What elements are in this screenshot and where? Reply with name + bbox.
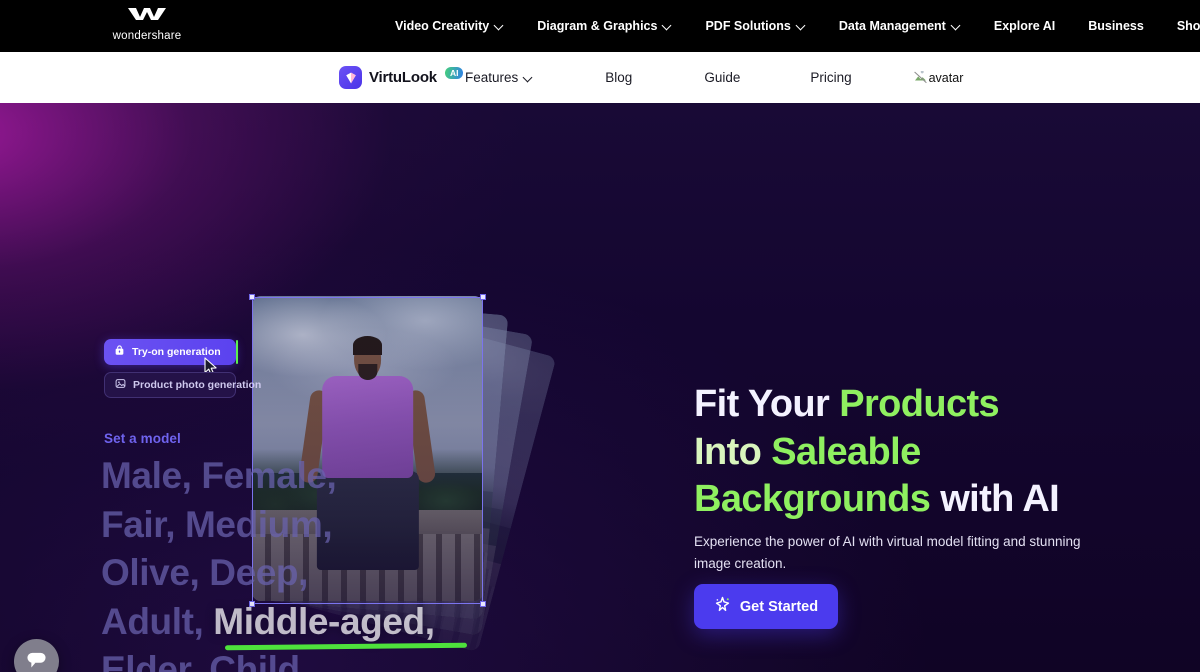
topnav-label: Business bbox=[1088, 19, 1144, 33]
topnav-item-shop[interactable]: Shop bbox=[1177, 19, 1200, 33]
topnav-item-pdf-solutions[interactable]: PDF Solutions bbox=[705, 19, 805, 33]
top-nav-links: Video Creativity Diagram & Graphics PDF … bbox=[395, 0, 1200, 52]
virtulook-logo-icon bbox=[339, 66, 362, 89]
set-a-model-label: Set a model bbox=[104, 431, 181, 446]
wondershare-wordmark: wondershare bbox=[112, 30, 182, 42]
wondershare-brand[interactable]: wondershare bbox=[104, 6, 190, 42]
word-line-prefix: Adult, bbox=[101, 600, 214, 642]
wondershare-logo-icon bbox=[104, 6, 190, 27]
subnav-item-blog[interactable]: Blog bbox=[605, 70, 632, 85]
headline-part: Backgrounds bbox=[694, 478, 931, 520]
get-started-label: Get Started bbox=[739, 598, 819, 615]
subnav-label: Guide bbox=[704, 70, 741, 85]
topnav-item-video-creativity[interactable]: Video Creativity bbox=[395, 19, 504, 33]
topnav-item-business[interactable]: Business bbox=[1088, 19, 1144, 33]
get-started-button[interactable]: Get Started bbox=[694, 584, 838, 629]
mode-label: Product photo generation bbox=[133, 379, 262, 391]
chevron-down-icon bbox=[797, 21, 806, 30]
generation-mode-switcher: Try-on generation Product photo generati… bbox=[104, 339, 261, 398]
model-attribute-word-list: Male, Female, Fair, Medium, Olive, Deep,… bbox=[101, 452, 521, 672]
chat-widget-button[interactable] bbox=[14, 639, 59, 672]
product-navbar: VirtuLook AI Features Blog Guide Pricing… bbox=[0, 52, 1200, 103]
avatar[interactable]: avatar bbox=[913, 70, 964, 85]
subnav-label: Features bbox=[465, 70, 519, 85]
word-line: Elder, Child bbox=[101, 649, 300, 672]
subnav-item-features[interactable]: Features bbox=[465, 70, 533, 85]
chat-bubble-icon bbox=[25, 649, 48, 672]
hero-section: Try-on generation Product photo generati… bbox=[0, 103, 1200, 672]
headline-part: Saleable bbox=[771, 430, 921, 473]
topnav-label: PDF Solutions bbox=[705, 19, 791, 33]
topnav-label: Video Creativity bbox=[395, 19, 490, 33]
chevron-down-icon bbox=[524, 73, 533, 82]
chevron-down-icon bbox=[663, 21, 672, 30]
subnav-item-guide[interactable]: Guide bbox=[704, 70, 740, 85]
topnav-item-explore-ai[interactable]: Explore AI bbox=[994, 19, 1055, 33]
image-icon bbox=[115, 378, 126, 392]
subnav-item-pricing[interactable]: Pricing bbox=[810, 70, 851, 85]
word-line: Olive, Deep, bbox=[101, 552, 309, 593]
chevron-down-icon bbox=[495, 21, 504, 30]
topnav-label: Data Management bbox=[838, 19, 946, 33]
headline-part: Fit Your bbox=[694, 383, 840, 425]
word-line-with-highlight: Adult, Middle-aged, bbox=[101, 598, 521, 647]
hero-headline: Fit Your Products Into Saleable Backgrou… bbox=[694, 381, 1114, 524]
headline-part: Products bbox=[839, 383, 1000, 425]
bag-icon bbox=[114, 345, 125, 359]
virtulook-brand[interactable]: VirtuLook AI bbox=[339, 66, 464, 89]
topnav-label: Explore AI bbox=[993, 19, 1056, 33]
mode-product-photo-generation[interactable]: Product photo generation bbox=[104, 372, 261, 398]
subnav-label: Blog bbox=[605, 70, 633, 85]
selected-attribute: Middle-aged, bbox=[213, 600, 435, 642]
virtulook-wordmark: VirtuLook bbox=[369, 69, 437, 86]
subnav-label: Pricing bbox=[810, 70, 852, 85]
mode-try-on-generation[interactable]: Try-on generation bbox=[104, 339, 238, 376]
word-line: Fair, Medium, bbox=[101, 503, 333, 545]
hero-subcopy: Experience the power of AI with virtual … bbox=[694, 534, 1081, 571]
global-top-navbar: wondershare Video Creativity Diagram & G… bbox=[0, 0, 1200, 52]
avatar-alt-text: avatar bbox=[928, 70, 964, 85]
ai-badge: AI bbox=[444, 67, 464, 79]
word-line: Male, Female, bbox=[101, 455, 337, 496]
topnav-item-data-management[interactable]: Data Management bbox=[839, 19, 961, 33]
broken-image-icon bbox=[913, 70, 927, 84]
topnav-label: Shop bbox=[1176, 19, 1200, 33]
topnav-item-diagram-graphics[interactable]: Diagram & Graphics bbox=[537, 19, 672, 33]
headline-part: Into bbox=[694, 430, 772, 473]
chevron-down-icon bbox=[952, 21, 961, 30]
headline-part: with AI bbox=[930, 478, 1060, 520]
sparkle-icon bbox=[714, 596, 731, 617]
topnav-label: Diagram & Graphics bbox=[537, 19, 658, 33]
product-nav-links: Features Blog Guide Pricing avatar bbox=[465, 70, 963, 85]
